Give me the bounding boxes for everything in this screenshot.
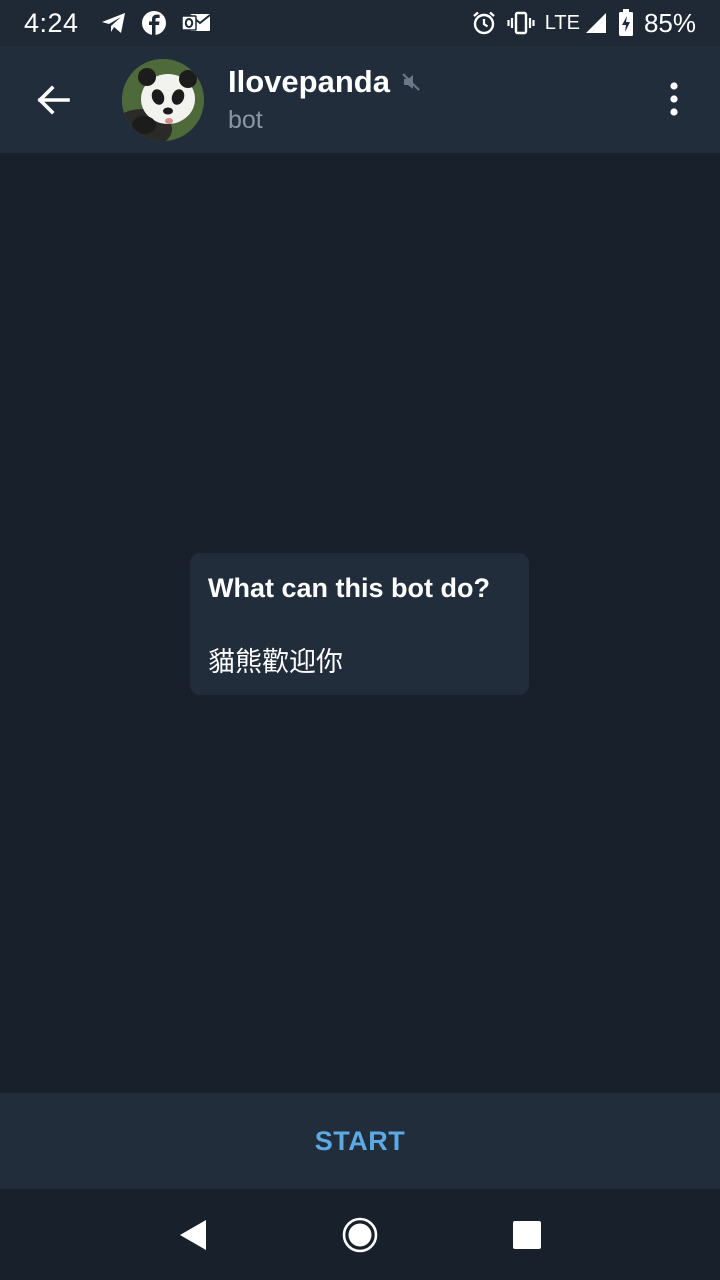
chat-subtitle: bot [228, 106, 263, 134]
status-bar-right: LTE 85% [471, 8, 696, 39]
chat-header: Ilovepanda bot [0, 46, 720, 153]
alarm-icon [471, 10, 497, 36]
chat-title: Ilovepanda [228, 64, 390, 99]
avatar[interactable] [122, 58, 204, 141]
arrow-back-icon [37, 84, 70, 115]
network-type: LTE [544, 11, 580, 34]
start-button[interactable]: START [285, 1110, 436, 1173]
vibrate-icon [507, 11, 535, 35]
chat-title-block[interactable]: Ilovepanda bot [228, 64, 422, 135]
battery-percentage: 85% [643, 7, 696, 38]
title-row: Ilovepanda [228, 64, 422, 100]
status-bar-left: 4:24 [24, 8, 225, 39]
chat-area: What can this bot do? 貓熊歡迎你 [0, 153, 720, 1093]
back-button[interactable] [18, 65, 88, 135]
battery-charging-icon [618, 9, 634, 37]
status-bar: 4:24 LTE 85% [0, 0, 720, 46]
nav-recents-button[interactable] [497, 1205, 557, 1265]
panda-avatar-image [122, 58, 204, 141]
telegram-icon [101, 11, 127, 35]
nav-back-button[interactable] [163, 1205, 223, 1265]
status-time: 4:24 [24, 7, 79, 38]
more-vert-icon [670, 82, 678, 116]
telegram-chat-screen: 4:24 LTE 85% Ilovepanda bot What can thi… [0, 0, 720, 1280]
nav-home-button[interactable] [330, 1205, 390, 1265]
nav-home-icon [342, 1217, 378, 1252]
facebook-icon [141, 10, 167, 36]
muted-icon [400, 71, 422, 93]
signal-icon [584, 11, 608, 35]
bot-info-card: What can this bot do? 貓熊歡迎你 [190, 553, 529, 695]
nav-recents-icon [512, 1220, 541, 1249]
system-nav-bar [0, 1189, 720, 1280]
outlook-icon [180, 11, 211, 35]
bot-info-description: 貓熊歡迎你 [208, 647, 343, 677]
nav-back-icon [180, 1219, 207, 1250]
more-options-button[interactable] [650, 66, 698, 132]
start-bar: START [0, 1093, 720, 1189]
bot-info-title: What can this bot do? [208, 573, 490, 603]
